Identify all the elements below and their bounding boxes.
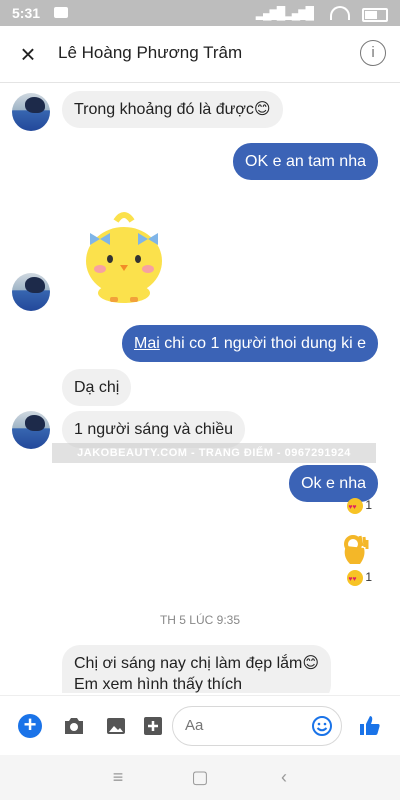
message-line: Em xem hình thấy thích [74, 676, 243, 693]
avatar[interactable] [12, 93, 50, 131]
message-composer: + [0, 695, 400, 756]
more-options-icon[interactable] [141, 714, 165, 738]
close-button[interactable]: × [14, 40, 42, 68]
heart-eyes-icon [347, 497, 364, 518]
message-thread[interactable]: Trong khoảng đó là được😊 OK e an tam nha… [0, 83, 400, 693]
system-navigation-bar: ≡ ▢ ‹ [0, 755, 400, 800]
menu-icon[interactable]: ≡ [108, 767, 128, 787]
reaction-count: 1 [365, 498, 372, 512]
wifi-icon [330, 6, 350, 20]
message-bubble-incoming[interactable]: Dạ chị [62, 369, 132, 406]
image-icon[interactable] [104, 714, 128, 738]
message-line: Chị ơi sáng nay chị làm đẹp lắm😊 [74, 655, 320, 672]
message-bubble-incoming[interactable]: Trong khoảng đó là được😊 [62, 91, 283, 128]
message-input-field[interactable] [172, 706, 342, 746]
status-time: 5:31 [12, 5, 41, 21]
notification-icon [54, 7, 68, 18]
message-link[interactable]: Mai [134, 335, 160, 352]
reaction-badge[interactable]: 1 [347, 567, 372, 590]
plus-button[interactable]: + [18, 714, 42, 738]
home-icon[interactable]: ▢ [190, 767, 210, 787]
ok-hand-emoji[interactable] [336, 532, 370, 566]
message-input[interactable] [183, 716, 307, 735]
heart-eyes-icon [347, 569, 364, 590]
watermark-text: JAKOBEAUTY.COM - TRANG ĐIỂM - 0967291924 [52, 443, 376, 463]
message-bubble-outgoing[interactable]: Mai chi co 1 người thoi dung ki e [122, 325, 378, 362]
avatar[interactable] [12, 273, 50, 311]
camera-icon[interactable] [62, 714, 86, 738]
timestamp-divider: TH 5 LÚC 9:35 [159, 613, 241, 627]
emoji-icon[interactable] [311, 715, 333, 737]
contact-name[interactable]: Lê Hoàng Phương Trâm [58, 43, 242, 63]
chat-header: × Lê Hoàng Phương Trâm i [0, 26, 400, 83]
signal-icon: ▂▄▆█ ▂▄▆█ [255, 6, 314, 20]
status-bar: 5:31 ▂▄▆█ ▂▄▆█ [0, 0, 400, 26]
message-bubble-incoming[interactable]: Chị ơi sáng nay chị làm đẹp lắm😊 Em xem … [62, 645, 332, 693]
battery-icon [362, 8, 388, 22]
message-text: chi co 1 người thoi dung ki e [159, 335, 366, 352]
message-bubble-outgoing[interactable]: OK e an tam nha [233, 143, 378, 180]
avatar[interactable] [12, 411, 50, 449]
reaction-count: 1 [365, 570, 372, 584]
info-button[interactable]: i [360, 40, 386, 66]
thumbs-up-icon[interactable] [358, 714, 382, 738]
yellow-chick-sticker[interactable] [76, 203, 172, 303]
back-icon[interactable]: ‹ [274, 767, 294, 787]
reaction-badge[interactable]: 1 [347, 495, 372, 518]
